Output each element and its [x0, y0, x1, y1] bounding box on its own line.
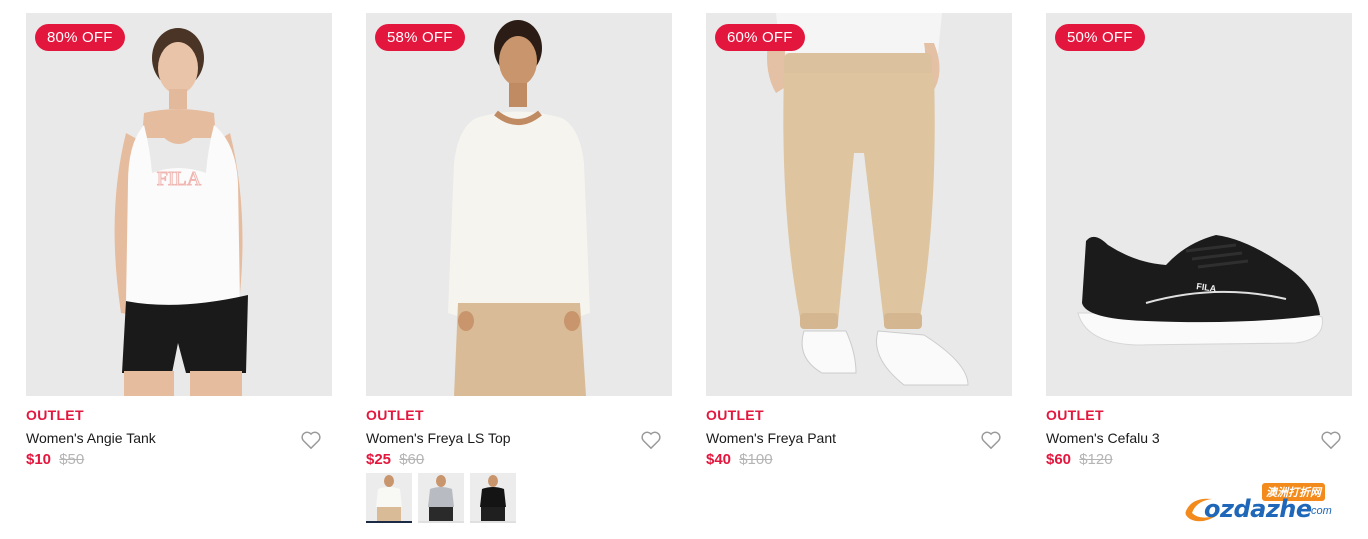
outlet-label: OUTLET	[366, 407, 424, 423]
discount-badge: 60% OFF	[715, 24, 805, 51]
sale-price: $60	[1046, 451, 1072, 468]
sneaker-illustration: FILA	[1046, 13, 1352, 396]
product-image-freya-pant[interactable]: 60% OFF	[706, 13, 1012, 396]
product-image-cefalu-3[interactable]: FILA 50% OFF	[1046, 13, 1352, 396]
outlet-label: OUTLET	[1046, 407, 1104, 423]
model-pant-illustration	[706, 13, 1012, 396]
swatch-black-thumbnail	[470, 473, 516, 521]
product-name[interactable]: Women's Freya LS Top	[366, 430, 511, 446]
product-image-angie-tank[interactable]: FILA 80% OFF	[26, 13, 332, 396]
price-row: $60 $120	[1046, 451, 1113, 468]
original-price: $100	[739, 451, 773, 468]
product-card: 60% OFF OUTLET Women's Freya Pant $40 $1…	[706, 13, 1012, 533]
product-card: FILA 80% OFF OUTLET Women's Angie Tank $…	[26, 13, 332, 533]
discount-badge: 58% OFF	[375, 24, 465, 51]
price-row: $40 $100	[706, 451, 773, 468]
product-card: 58% OFF OUTLET Women's Freya LS Top $25 …	[366, 13, 672, 533]
sale-price: $40	[706, 451, 732, 468]
model-tank-illustration: FILA	[26, 13, 332, 396]
price-row: $10 $50	[26, 451, 84, 468]
swatch-grey[interactable]	[418, 473, 464, 523]
heart-icon[interactable]	[640, 430, 662, 450]
heart-icon[interactable]	[1320, 430, 1342, 450]
swatch-white[interactable]	[366, 473, 412, 523]
model-top-illustration	[366, 13, 672, 396]
svg-text:FILA: FILA	[157, 168, 202, 190]
outlet-label: OUTLET	[706, 407, 764, 423]
product-card: FILA 50% OFF OUTLET Women's Cefalu 3 $60…	[1046, 13, 1352, 533]
original-price: $120	[1079, 451, 1113, 468]
swatch-white-thumbnail	[366, 473, 412, 521]
original-price: $60	[399, 451, 425, 468]
watermark-logo: 澳洲打折网 ozdazhe .com	[1180, 483, 1350, 531]
discount-badge: 80% OFF	[35, 24, 125, 51]
swatch-black[interactable]	[470, 473, 516, 523]
heart-icon[interactable]	[980, 430, 1002, 450]
product-image-freya-ls-top[interactable]: 58% OFF	[366, 13, 672, 396]
price-row: $25 $60	[366, 451, 424, 468]
discount-badge: 50% OFF	[1055, 24, 1145, 51]
heart-icon[interactable]	[300, 430, 322, 450]
sale-price: $10	[26, 451, 52, 468]
product-name[interactable]: Women's Cefalu 3	[1046, 430, 1160, 446]
product-name[interactable]: Women's Freya Pant	[706, 430, 836, 446]
sale-price: $25	[366, 451, 392, 468]
watermark-suffix: .com	[1308, 505, 1332, 517]
original-price: $50	[59, 451, 85, 468]
swatch-grey-thumbnail	[418, 473, 464, 521]
product-grid: FILA 80% OFF OUTLET Women's Angie Tank $…	[26, 13, 1352, 533]
watermark-text: ozdazhe	[1204, 495, 1312, 523]
product-name[interactable]: Women's Angie Tank	[26, 430, 156, 446]
outlet-label: OUTLET	[26, 407, 84, 423]
